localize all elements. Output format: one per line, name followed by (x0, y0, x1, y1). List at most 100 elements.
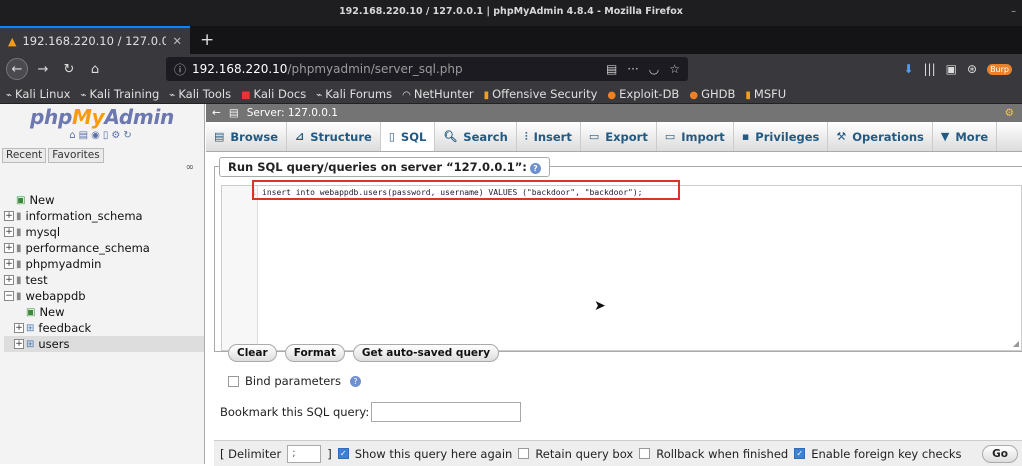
phpmyadmin-favicon-icon: ▲ (8, 34, 17, 48)
tree-table-users[interactable]: + ⊞ users (4, 336, 204, 352)
bookmark-row: Bookmark this SQL query: (220, 402, 522, 422)
recent-tab[interactable]: Recent (2, 147, 47, 163)
tree-db-webappdb[interactable]: − ▮ webappdb (4, 288, 204, 304)
phpmyadmin-logo[interactable]: phpMyAdmin (0, 104, 204, 130)
bookmark-nethunter[interactable]: ◠ NetHunter (402, 87, 473, 101)
bookmark-ghdb[interactable]: ● GHDB (689, 87, 735, 101)
recent-favorites: Recent Favorites (0, 146, 204, 164)
tab-import[interactable]: ▭ Import (657, 122, 734, 151)
tree-new-table[interactable]: ▣ New (4, 304, 204, 320)
info-icon[interactable]: ⓘ (174, 61, 186, 78)
browser-tab[interactable]: ▲ 192.168.220.10 / 127.0.0 ✕ (0, 26, 190, 54)
tab-more[interactable]: ▼ More (933, 122, 998, 151)
bookmark-star-icon[interactable]: ☆ (669, 62, 680, 76)
tab-insert[interactable]: ⫶ Insert (517, 122, 581, 151)
go-button[interactable]: Go (982, 444, 1018, 463)
expand-icon[interactable]: + (4, 275, 14, 285)
tree-db-phpmyadmin[interactable]: + ▮ phpmyadmin (4, 256, 204, 272)
kali-dragon-icon: ⌁ (6, 89, 13, 101)
foreign-key-label: Enable foreign key checks (811, 446, 962, 461)
settings-icon[interactable]: ⚙ (1005, 107, 1022, 119)
format-button[interactable]: Format (284, 344, 345, 362)
sidebar-toggle-icon[interactable]: ▣ (946, 62, 957, 76)
url-path: /phpmyadmin/server_sql.php (287, 62, 463, 76)
delimiter-input[interactable]: ; (287, 444, 322, 463)
home-button[interactable]: ⌂ (84, 58, 106, 80)
exploit-db-icon: ● (607, 89, 617, 101)
bookmark-kali-tools[interactable]: ⌁ Kali Tools (169, 87, 231, 101)
bookmark-kali-training[interactable]: ⌁ Kali Training (80, 87, 159, 101)
minimize-button[interactable]: – (1011, 0, 1016, 24)
home-icon[interactable]: ⌂ (69, 130, 78, 141)
favorites-tab[interactable]: Favorites (48, 147, 104, 163)
top-menu: ▤ Browse ⊿ Structure ▯ SQL 🔍︎ Search ⫶ Insert… (206, 122, 1022, 152)
help-icon[interactable]: ? (529, 163, 541, 174)
clear-button[interactable]: Clear (228, 344, 277, 362)
tab-privileges[interactable]: ▪ Privileges (734, 122, 829, 151)
database-icon: ▮ (16, 290, 22, 302)
help-icon[interactable]: ◉ (91, 130, 103, 141)
sql-editor[interactable]: 1 insert into webappdb.users(password, u… (221, 180, 1022, 351)
bookmark-kali-linux[interactable]: ⌁ Kali Linux (6, 87, 70, 101)
show-query-checkbox[interactable]: ✓ (337, 448, 349, 459)
collapse-nav-icon[interactable]: ← (212, 107, 221, 119)
expand-icon[interactable]: + (14, 339, 24, 349)
tab-search[interactable]: 🔍︎ Search (435, 122, 517, 151)
tab-structure[interactable]: ⊿ Structure (287, 122, 381, 151)
bookmark-exploit-db[interactable]: ● Exploit-DB (607, 87, 679, 101)
extension-icon[interactable]: ⊛ (967, 62, 977, 76)
tree-db-performance-schema[interactable]: + ▮ performance_schema (4, 240, 204, 256)
library-icon[interactable]: ||| (924, 62, 936, 76)
expand-icon[interactable]: + (4, 243, 14, 253)
tab-browse[interactable]: ▤ Browse (206, 122, 288, 151)
expand-icon[interactable]: + (4, 227, 14, 237)
database-icon: ▮ (16, 242, 22, 254)
collapse-icon[interactable]: − (4, 291, 14, 301)
msfu-icon: ▮ (745, 89, 751, 101)
bookmark-input[interactable] (371, 402, 522, 422)
download-icon[interactable]: ⬇ (903, 62, 913, 76)
tab-export[interactable]: ▭ Export (581, 122, 657, 151)
retain-query-label: Retain query box (535, 446, 634, 461)
highlight-box (252, 180, 680, 200)
logout-icon[interactable]: ▤ (79, 130, 91, 141)
reload-button[interactable]: ↻ (58, 58, 80, 80)
url-bar[interactable]: ⓘ 192.168.220.10 /phpmyadmin/server_sql.… (166, 57, 688, 81)
server-link[interactable]: Server: 127.0.0.1 (247, 107, 338, 119)
foreign-key-checkbox[interactable]: ✓ (794, 448, 806, 459)
rollback-checkbox[interactable] (639, 448, 651, 459)
reader-view-icon[interactable]: ▤ (606, 62, 617, 76)
bookmark-kali-docs[interactable]: ■ Kali Docs (241, 87, 306, 101)
tree-db-information-schema[interactable]: + ▮ information_schema (4, 208, 204, 224)
nethunter-icon: ◠ (402, 89, 411, 101)
bookmark-kali-forums[interactable]: ⌁ Kali Forums (316, 87, 392, 101)
forward-button[interactable]: → (32, 58, 54, 80)
back-button[interactable]: ← (6, 58, 28, 80)
expand-icon[interactable]: + (4, 259, 14, 269)
burp-extension-icon[interactable]: Burp (987, 63, 1012, 75)
close-tab-icon[interactable]: ✕ (172, 34, 182, 48)
page-actions-icon[interactable]: ··· (627, 62, 638, 76)
get-autosaved-query-button[interactable]: Get auto-saved query (352, 344, 500, 362)
bookmark-offensive-security[interactable]: ▮ Offensive Security (484, 87, 598, 101)
expand-icon[interactable]: + (14, 323, 24, 333)
tree-db-test[interactable]: + ▮ test (4, 272, 204, 288)
new-tab-button[interactable]: + (190, 26, 224, 54)
resize-handle-icon[interactable]: ◢ (1013, 339, 1019, 348)
bind-parameters-checkbox[interactable] (228, 375, 239, 387)
tree-db-mysql[interactable]: + ▮ mysql (4, 224, 204, 240)
pocket-icon[interactable]: ◡ (649, 62, 659, 76)
privileges-icon: ▪ (741, 130, 750, 143)
kali-dragon-icon: ⌁ (169, 89, 176, 101)
help-icon[interactable]: ? (350, 375, 362, 387)
expand-icon[interactable]: + (4, 211, 14, 221)
settings-icon[interactable]: ⚙ (111, 130, 123, 141)
tab-sql[interactable]: ▯ SQL (380, 122, 436, 151)
tree-table-feedback[interactable]: + ⊞ feedback (4, 320, 204, 336)
tab-operations[interactable]: ⚒ Operations (828, 122, 933, 151)
bookmark-msfu[interactable]: ▮ MSFU (745, 87, 786, 101)
retain-query-checkbox[interactable] (518, 448, 530, 459)
reload-icon[interactable]: ↻ (123, 130, 134, 141)
link-with-main-icon[interactable]: ∞ (186, 162, 194, 173)
tree-new-database[interactable]: ▣ New (4, 192, 204, 208)
